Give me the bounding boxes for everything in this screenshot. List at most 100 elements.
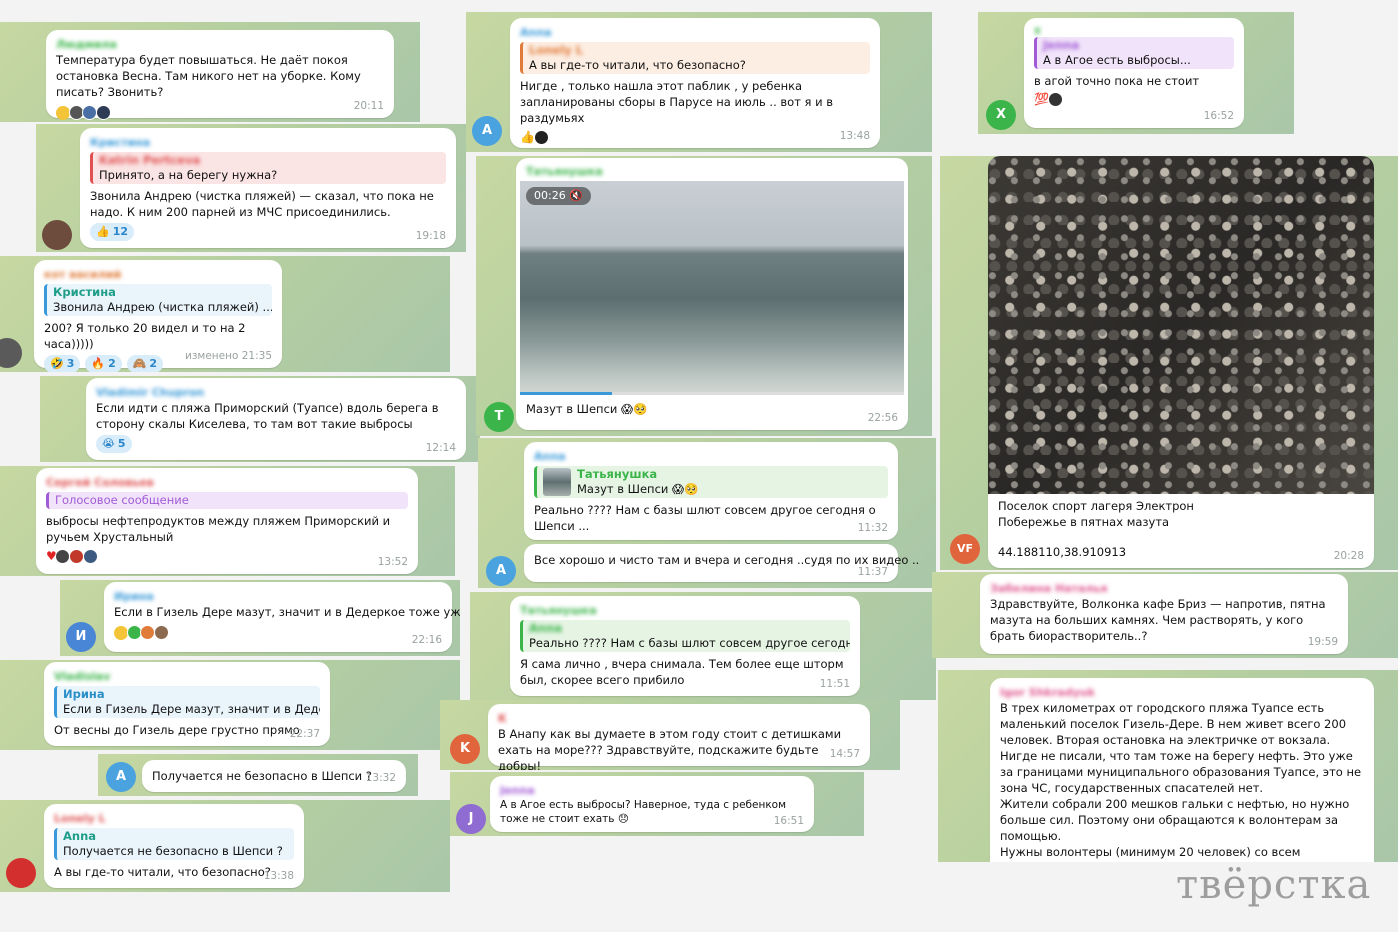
reply-author: Ирина xyxy=(63,687,105,701)
reaction-monkey[interactable]: 🙈 2 xyxy=(126,355,164,372)
message-bubble[interactable]: Получается не безопасно в Шепси ? 13:32 xyxy=(142,760,406,792)
message-text: выбросы нефтепродуктов между пляжем Прим… xyxy=(46,514,391,544)
message-bubble[interactable]: Anna Lonely L А вы где-то читали, что бе… xyxy=(510,18,880,148)
message-bubble[interactable]: Anna Татьянушка Мазут в Шепси 😱🥺 Реально… xyxy=(524,442,898,540)
message-bubble[interactable]: Сергей Соловьев Голосовое сообщение выбр… xyxy=(36,468,418,574)
chat-panel: Татьянушка Anna Реально ???? Нам с базы … xyxy=(470,592,936,700)
reply-quote[interactable]: Ирина Если в Гизель Дере мазут, значит и… xyxy=(54,686,320,718)
message-text: Температура будет повышаться. Не даёт по… xyxy=(56,53,361,99)
avatar[interactable]: K xyxy=(450,734,480,764)
message-time: 11:37 xyxy=(857,566,888,578)
message-bubble[interactable]: Людмила Температура будет повышаться. Не… xyxy=(46,30,394,120)
sender-name: Jenna xyxy=(500,784,535,797)
message-text: Здравствуйте, Волконка кафе Бриз — напро… xyxy=(990,597,1326,643)
reply-quote[interactable]: Anna Получается не безопасно в Шепси ? xyxy=(54,828,294,860)
reaction-fire[interactable]: 🔥 2 xyxy=(85,355,122,372)
avatar[interactable]: J xyxy=(456,804,486,834)
reactions: 😭 5 xyxy=(96,435,456,453)
reply-quote[interactable]: Jenna А в Агое есть выбросы... xyxy=(1034,37,1234,69)
reply-author: Katrin Pertceva xyxy=(99,153,201,167)
chat-panel: Сергей Соловьев Голосовое сообщение выбр… xyxy=(0,466,455,576)
reaction-thumbs-up[interactable]: 👍 12 xyxy=(90,223,135,241)
avatar[interactable]: A xyxy=(472,116,502,146)
scared-emoji-icon: 😱🥺 xyxy=(621,402,648,416)
reply-author: Lonely L xyxy=(529,43,583,57)
video-duration-badge: 00:26 🔇 xyxy=(526,187,591,205)
reply-text: Получается не безопасно в Шепси ? xyxy=(63,844,283,858)
avatar[interactable]: A xyxy=(486,556,516,586)
reaction-avatars xyxy=(114,624,442,640)
chat-panel: VF Поселок спорт лагеря Электрон Побереж… xyxy=(940,156,1398,570)
message-bubble[interactable]: Ирина Если в Гизель Дере мазут, значит и… xyxy=(104,582,460,652)
avatar[interactable]: X xyxy=(986,100,1016,130)
chat-panel: Забелина Наталья Здравствуйте, Волконка … xyxy=(932,572,1398,658)
fire-icon: 🔥 xyxy=(91,357,106,370)
message-bubble[interactable]: Кристина Katrin Pertceva Принято, а на б… xyxy=(80,128,456,248)
message-bubble[interactable]: X Jenna А в Агое есть выбросы... в агой … xyxy=(1024,18,1244,128)
reaction-laugh[interactable]: 🤣 3 xyxy=(44,355,81,372)
message-text: Жители собрали 200 мешков гальки с нефть… xyxy=(1000,797,1350,843)
message-text: В трех километрах от городского пляжа Ту… xyxy=(1000,701,1362,795)
avatar[interactable] xyxy=(0,338,22,368)
message-bubble[interactable]: K В Анапу как вы думаете в этом году сто… xyxy=(488,704,870,770)
hundred-points-icon: 💯 xyxy=(1034,92,1049,106)
message-bubble[interactable]: Igor Shkradyuk В трех километрах от горо… xyxy=(990,678,1374,862)
message-bubble[interactable]: Vladimir Chupron Если идти с пляжа Примо… xyxy=(86,378,466,460)
reaction-cry[interactable]: 😭 5 xyxy=(96,435,132,453)
message-bubble[interactable]: кот василий Кристина Звонила Андрею (чис… xyxy=(34,260,282,372)
sender-name: Vladimir Chupron xyxy=(96,386,205,399)
reply-quote[interactable]: Anna Реально ???? Нам с базы шлют совсем… xyxy=(520,620,850,652)
reply-quote[interactable]: Татьянушка Мазут в Шепси 😱🥺 xyxy=(534,466,888,498)
avatar[interactable]: T xyxy=(484,402,514,432)
message-time: 13:32 xyxy=(365,772,396,784)
message-time: 19:59 xyxy=(1307,636,1338,648)
reaction-avatars xyxy=(56,104,384,120)
photo-oil-stained-pebbles[interactable] xyxy=(988,156,1374,494)
reaction-avatars: ♥ xyxy=(46,548,408,564)
sender-name: Anna xyxy=(534,450,566,463)
avatar[interactable]: И xyxy=(66,622,96,652)
message-bubble[interactable]: Все хорошо и чисто там и вчера и сегодня… xyxy=(524,544,919,582)
avatar[interactable]: А xyxy=(106,762,136,792)
sender-name: K xyxy=(498,712,507,725)
chat-panel: Людмила Температура будет повышаться. Не… xyxy=(0,22,420,122)
reply-author: Anna xyxy=(529,621,563,635)
monkey-icon: 🙈 xyxy=(132,357,147,370)
avatar[interactable]: VF xyxy=(950,534,980,564)
message-bubble[interactable]: Татьянушка Anna Реально ???? Нам с базы … xyxy=(510,596,860,696)
video-player[interactable]: 00:26 🔇 xyxy=(520,181,904,395)
message-text: Мазут в Шепси 😱🥺 xyxy=(526,402,648,416)
reply-quote[interactable]: Lonely L А вы где-то читали, что безопас… xyxy=(520,42,870,74)
message-bubble[interactable]: Забелина Наталья Здравствуйте, Волконка … xyxy=(980,574,1348,654)
reply-author: Jenna xyxy=(1043,38,1080,52)
reply-text: Реально ???? Нам с базы шлют совсем друг… xyxy=(529,636,850,650)
message-bubble[interactable]: Поселок спорт лагеря Электрон Побережье … xyxy=(988,156,1374,568)
reply-quote[interactable]: Кристина Звонила Андрею (чистка пляжей) … xyxy=(44,284,272,316)
video-progress-bar[interactable] xyxy=(520,392,904,395)
reactor-avatar xyxy=(69,549,85,564)
message-text: А в Агое есть выбросы? Наверное, туда с … xyxy=(500,799,787,825)
avatar[interactable] xyxy=(42,220,72,250)
avatar[interactable] xyxy=(6,858,36,888)
message-time: 16:52 xyxy=(1203,110,1234,122)
sender-name: X xyxy=(1034,27,1041,35)
message-time: 11:51 xyxy=(819,678,850,690)
reply-quote[interactable]: Katrin Pertceva Принято, а на берегу нуж… xyxy=(90,152,446,184)
voice-message-reply[interactable]: Голосовое сообщение xyxy=(46,492,408,509)
message-bubble[interactable]: Татьянушка 00:26 🔇 Мазут в Шепси 😱🥺 22:5… xyxy=(516,158,908,430)
sender-name: Людмила xyxy=(56,38,117,51)
message-time: 13:52 xyxy=(377,556,408,568)
message-bubble[interactable]: Vladislav Ирина Если в Гизель Дере мазут… xyxy=(44,662,330,746)
message-time: 22:56 xyxy=(867,412,898,424)
sender-name: Кристина xyxy=(90,136,151,149)
message-time: 16:51 xyxy=(773,815,804,827)
chat-panel: J Jenna А в Агое есть выбросы? Наверное,… xyxy=(450,772,864,836)
message-bubble[interactable]: Jenna А в Агое есть выбросы? Наверное, т… xyxy=(490,776,814,832)
sender-name: Забелина Наталья xyxy=(990,582,1108,595)
sound-off-icon[interactable]: 🔇 xyxy=(569,189,583,202)
reply-text: Если в Гизель Дере мазут, значит и в Дед… xyxy=(63,702,320,716)
cry-emoji-icon xyxy=(114,625,128,640)
reply-author: Кристина xyxy=(53,285,116,299)
scared-emoji-icon: 😱🥺 xyxy=(672,482,699,496)
message-bubble[interactable]: Lonely L Anna Получается не безопасно в … xyxy=(44,804,304,888)
